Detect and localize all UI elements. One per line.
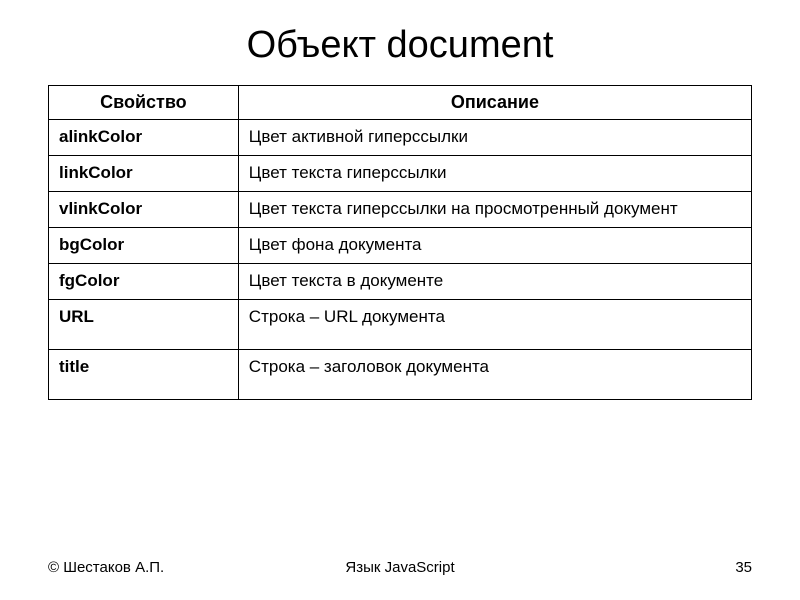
slide-footer: © Шестаков А.П. Язык JavaScript 35	[0, 559, 800, 576]
slide-title: Объект document	[0, 0, 800, 85]
cell-property: title	[49, 349, 239, 399]
footer-subject: Язык JavaScript	[283, 559, 518, 576]
properties-table: Свойство Описание alinkColor Цвет активн…	[48, 85, 752, 400]
table-row: URL Строка – URL документа	[49, 299, 752, 349]
cell-description: Цвет активной гиперссылки	[238, 120, 751, 156]
cell-description: Строка – URL документа	[238, 299, 751, 349]
cell-property: URL	[49, 299, 239, 349]
cell-description: Цвет текста гиперссылки на просмотренный…	[238, 191, 751, 227]
table-row: linkColor Цвет текста гиперссылки	[49, 155, 752, 191]
table-row: vlinkColor Цвет текста гиперссылки на пр…	[49, 191, 752, 227]
footer-page-number: 35	[517, 559, 752, 576]
cell-property: bgColor	[49, 227, 239, 263]
header-property: Свойство	[49, 86, 239, 120]
table-row: fgColor Цвет текста в документе	[49, 263, 752, 299]
cell-description: Цвет текста в документе	[238, 263, 751, 299]
table-row: alinkColor Цвет активной гиперссылки	[49, 120, 752, 156]
footer-author: © Шестаков А.П.	[48, 559, 283, 576]
cell-property: linkColor	[49, 155, 239, 191]
cell-property: fgColor	[49, 263, 239, 299]
table-row: title Строка – заголовок документа	[49, 349, 752, 399]
table-header-row: Свойство Описание	[49, 86, 752, 120]
table-row: bgColor Цвет фона документа	[49, 227, 752, 263]
header-description: Описание	[238, 86, 751, 120]
cell-property: vlinkColor	[49, 191, 239, 227]
cell-description: Строка – заголовок документа	[238, 349, 751, 399]
cell-description: Цвет текста гиперссылки	[238, 155, 751, 191]
properties-table-container: Свойство Описание alinkColor Цвет активн…	[0, 85, 800, 400]
cell-property: alinkColor	[49, 120, 239, 156]
cell-description: Цвет фона документа	[238, 227, 751, 263]
